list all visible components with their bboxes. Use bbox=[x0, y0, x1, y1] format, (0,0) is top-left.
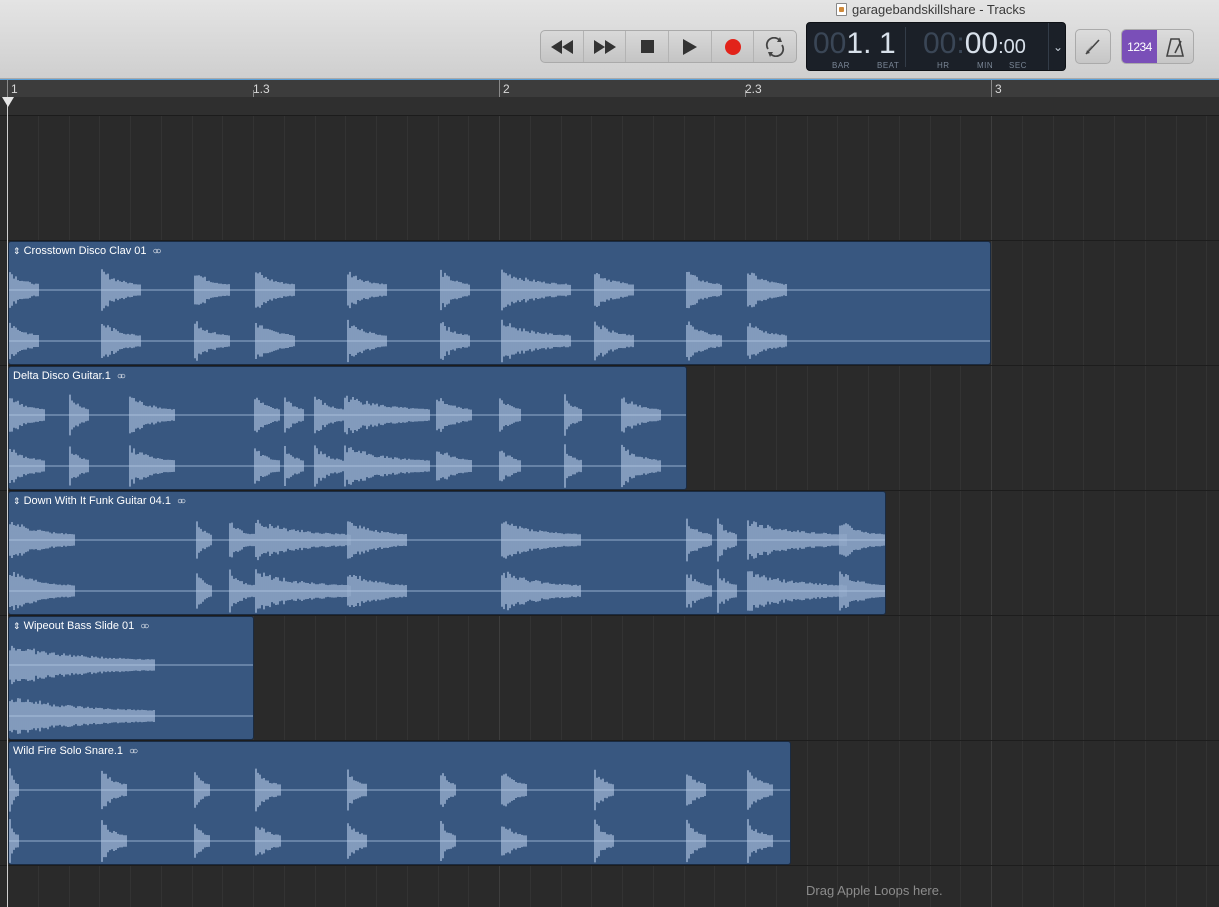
grid-line bbox=[1145, 116, 1146, 907]
grid-line bbox=[1176, 116, 1177, 907]
playhead-handle-icon[interactable] bbox=[2, 97, 14, 107]
rewind-icon bbox=[550, 39, 573, 54]
transport-controls bbox=[540, 30, 797, 63]
toolbar: garagebandskillshare - Tracks 001. 1 BAR… bbox=[0, 0, 1219, 79]
lcd-hr-label: HR bbox=[937, 61, 950, 70]
lcd-min-label: MIN bbox=[977, 61, 994, 70]
region-name-text: ⇕ Down With It Funk Guitar 04.1 bbox=[13, 495, 171, 507]
lcd-display[interactable]: 001. 1 BAR BEAT 00:00:00 HR MIN SEC ⌄ bbox=[806, 22, 1066, 71]
document-icon bbox=[836, 2, 847, 16]
grid-line bbox=[1114, 116, 1115, 907]
ruler-bar-tick bbox=[499, 80, 500, 98]
region-name-text: ⇕ Wipeout Bass Slide 01 bbox=[13, 620, 134, 632]
waveform bbox=[9, 269, 990, 363]
tracks-area[interactable]: ⇕ Crosstown Disco Clav 01 ○○ Delta Disco… bbox=[0, 116, 1219, 907]
grid-line bbox=[991, 116, 992, 907]
region-title: ⇕ Down With It Funk Guitar 04.1 ○○ bbox=[13, 495, 186, 507]
region-name-text: ⇕ Crosstown Disco Clav 01 bbox=[13, 245, 146, 257]
region-name-label: Wild Fire Solo Snare.1 bbox=[13, 745, 124, 757]
rewind-button[interactable] bbox=[541, 31, 584, 62]
region-title: ⇕ Wipeout Bass Slide 01 ○○ bbox=[13, 620, 149, 632]
ruler-label: 2.3 bbox=[745, 82, 762, 96]
ruler-label: 2 bbox=[503, 82, 510, 96]
cycle-icon bbox=[766, 36, 785, 57]
lcd-beat-label: BEAT bbox=[877, 61, 900, 70]
play-button[interactable] bbox=[669, 31, 712, 62]
ruler-bar-tick bbox=[7, 80, 8, 98]
region-title: Delta Disco Guitar.1 ○○ bbox=[13, 370, 126, 382]
grid-line bbox=[1053, 116, 1054, 907]
region-name-label: Down With It Funk Guitar 04.1 bbox=[23, 495, 171, 507]
waveform bbox=[9, 518, 885, 613]
count-in-button[interactable]: 1234 bbox=[1122, 30, 1158, 63]
cycle-button[interactable] bbox=[754, 31, 796, 62]
loop-icon: ○○ bbox=[129, 745, 138, 757]
ruler-label: 1.3 bbox=[253, 82, 270, 96]
lcd-divider bbox=[905, 27, 906, 67]
tuner-button[interactable] bbox=[1075, 29, 1111, 64]
region-arrows-icon: ⇕ bbox=[13, 496, 21, 506]
grid-line bbox=[960, 116, 961, 907]
lcd-beat-value: 1 bbox=[879, 27, 896, 60]
region-arrows-icon: ⇕ bbox=[13, 246, 21, 256]
loop-icon: ○○ bbox=[152, 245, 161, 257]
grid-line bbox=[1083, 116, 1084, 907]
fast-forward-button[interactable] bbox=[584, 31, 627, 62]
lcd-bar-separator: . bbox=[863, 27, 872, 60]
lcd-bar-readout: 001. bbox=[813, 27, 871, 61]
lcd-time-readout: 00:00:00 bbox=[923, 27, 1026, 61]
lcd-mode-chevron-icon[interactable]: ⌄ bbox=[1048, 23, 1067, 70]
lcd-bar-leading: 00 bbox=[813, 27, 847, 60]
region-crosstown-disco-clav[interactable]: ⇕ Crosstown Disco Clav 01 ○○ bbox=[8, 241, 991, 365]
window-title: garagebandskillshare - Tracks bbox=[836, 1, 1025, 17]
lcd-hr-value: 00: bbox=[923, 27, 965, 60]
region-delta-disco-guitar[interactable]: Delta Disco Guitar.1 ○○ bbox=[8, 366, 687, 490]
waveform bbox=[9, 394, 686, 488]
grid-line bbox=[930, 116, 931, 907]
region-wipeout-bass-slide[interactable]: ⇕ Wipeout Bass Slide 01 ○○ bbox=[8, 616, 254, 740]
waveform bbox=[9, 645, 253, 734]
region-down-with-it-funk-guitar[interactable]: ⇕ Down With It Funk Guitar 04.1 ○○ bbox=[8, 491, 886, 615]
region-name-label: Crosstown Disco Clav 01 bbox=[23, 245, 147, 257]
window-title-text: garagebandskillshare - Tracks bbox=[852, 1, 1026, 17]
grid-line bbox=[899, 116, 900, 907]
record-icon bbox=[724, 38, 741, 55]
record-button[interactable] bbox=[712, 31, 755, 62]
loop-icon: ○○ bbox=[140, 620, 149, 632]
region-title: ⇕ Crosstown Disco Clav 01 ○○ bbox=[13, 245, 162, 257]
tuner-icon bbox=[1085, 38, 1100, 55]
region-title: Wild Fire Solo Snare.1 ○○ bbox=[13, 745, 138, 757]
lcd-sec-value: :00 bbox=[998, 36, 1026, 58]
fast-forward-icon bbox=[593, 39, 616, 54]
loop-icon: ○○ bbox=[176, 495, 186, 507]
ruler-label: 3 bbox=[995, 82, 1002, 96]
lcd-min-value: 00 bbox=[964, 27, 999, 60]
ruler-lower-strip[interactable] bbox=[0, 97, 1219, 116]
drag-loops-hint: Drag Apple Loops here. bbox=[806, 883, 943, 898]
stop-button[interactable] bbox=[626, 31, 670, 62]
metronome-button[interactable] bbox=[1157, 30, 1193, 63]
ruler-bar-tick bbox=[991, 80, 992, 98]
grid-line bbox=[1022, 116, 1023, 907]
lcd-bar-value: 1 bbox=[846, 27, 864, 60]
stop-icon bbox=[640, 40, 654, 53]
play-icon bbox=[682, 38, 697, 55]
ruler-label: 1 bbox=[11, 82, 18, 96]
grid-line bbox=[1206, 116, 1207, 907]
region-name-label: Wipeout Bass Slide 01 bbox=[23, 620, 135, 632]
lcd-bar-label: BAR bbox=[832, 61, 850, 70]
lcd-sec-label: SEC bbox=[1009, 61, 1027, 70]
metronome-icon bbox=[1166, 37, 1184, 57]
count-metro-group: 1234 bbox=[1121, 29, 1194, 64]
region-wild-fire-solo-snare[interactable]: Wild Fire Solo Snare.1 ○○ bbox=[8, 741, 791, 865]
timeline-ruler[interactable]: 1 1.3 2 2.3 3 bbox=[0, 79, 1219, 99]
playhead-line[interactable] bbox=[7, 97, 8, 907]
waveform bbox=[9, 768, 790, 863]
loop-icon: ○○ bbox=[116, 370, 126, 382]
track-divider bbox=[0, 865, 1219, 866]
region-arrows-icon: ⇕ bbox=[13, 621, 21, 631]
region-name-label: Delta Disco Guitar.1 bbox=[13, 370, 111, 382]
